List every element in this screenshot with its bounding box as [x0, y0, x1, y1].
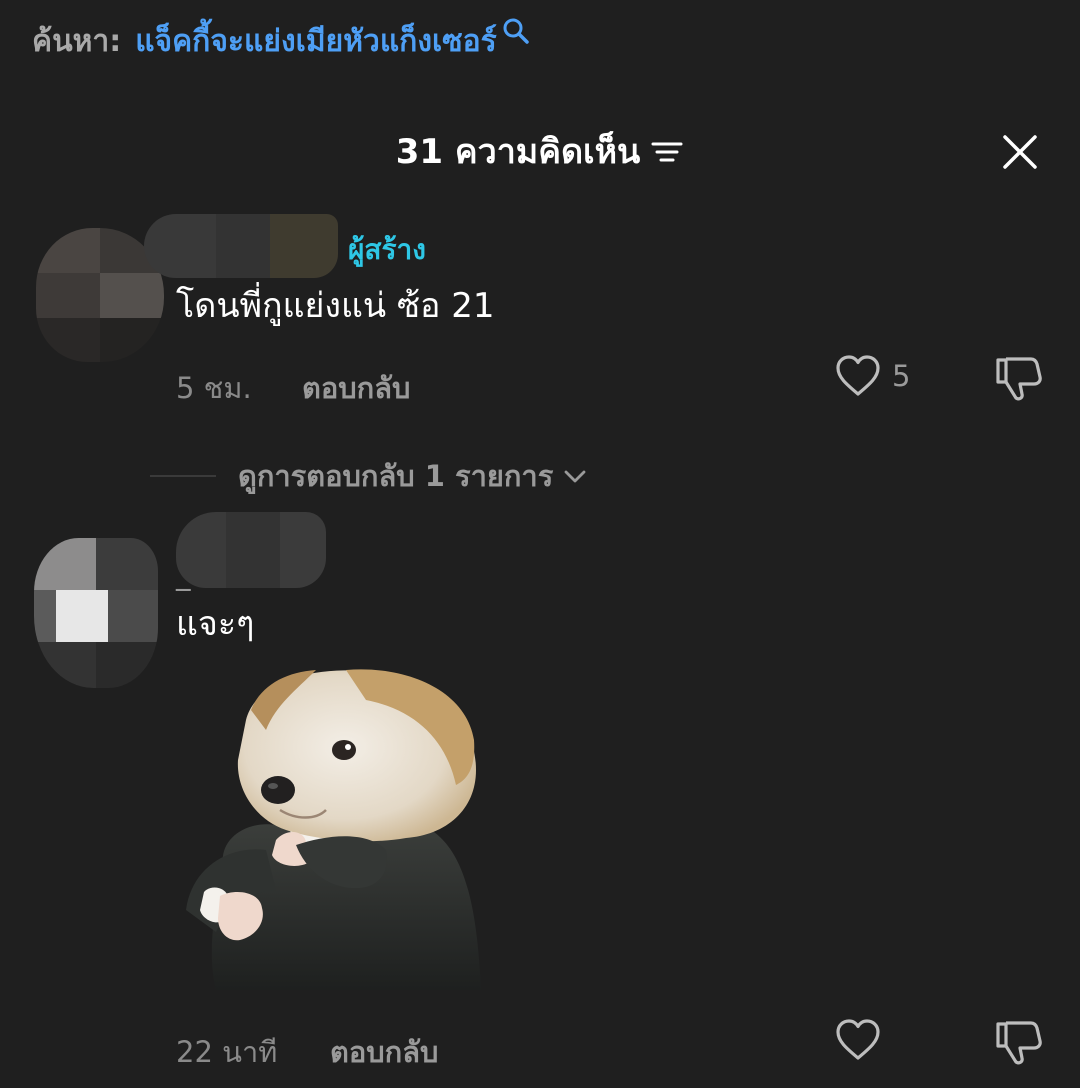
heart-icon — [836, 355, 880, 396]
search-bar[interactable]: ค้นหา: แจ็คกี้จะแย่งเมียหัวแก็งเซอร์ — [32, 18, 531, 62]
divider — [150, 475, 216, 477]
search-prefix: ค้นหา: — [32, 24, 122, 59]
sort-icon[interactable] — [650, 135, 684, 169]
username-blurred[interactable] — [144, 214, 338, 278]
search-icon[interactable] — [501, 16, 531, 46]
dog-sticker-image[interactable] — [176, 660, 506, 990]
comment-timestamp: 5 ชม. — [176, 371, 252, 405]
comment-text: แจะๆ — [176, 604, 255, 644]
thumbs-down-icon[interactable] — [994, 1018, 1044, 1066]
thumbs-down-icon[interactable] — [994, 354, 1044, 402]
comment-text: โดนพี่กูแย่งแน่ ซ้อ 21 — [176, 286, 495, 326]
username-blurred[interactable] — [176, 512, 326, 588]
reply-button[interactable]: ตอบกลับ — [302, 370, 410, 406]
avatar[interactable] — [34, 538, 158, 688]
reply-button[interactable]: ตอบกลับ — [330, 1034, 438, 1070]
comment-timestamp: 22 นาที — [176, 1035, 278, 1069]
like-count: 5 — [892, 359, 911, 393]
chevron-down-icon — [564, 470, 586, 483]
username-text[interactable]: _ — [176, 556, 191, 592]
heart-icon — [836, 1019, 880, 1060]
comments-header: 31 ความคิดเห็น — [0, 120, 1080, 184]
close-button[interactable] — [996, 128, 1044, 176]
view-replies-label: ดูการตอบกลับ 1 รายการ — [238, 459, 554, 493]
search-query-link[interactable]: แจ็คกี้จะแย่งเมียหัวแก็งเซอร์ — [135, 18, 497, 65]
like-button[interactable]: 5 — [834, 354, 910, 398]
comments-count-title: 31 ความคิดเห็น — [395, 132, 641, 172]
creator-badge: ผู้สร้าง — [348, 233, 426, 266]
like-button[interactable] — [834, 1018, 882, 1062]
close-icon — [1003, 135, 1037, 169]
view-replies-button[interactable]: ดูการตอบกลับ 1 รายการ — [150, 456, 589, 496]
